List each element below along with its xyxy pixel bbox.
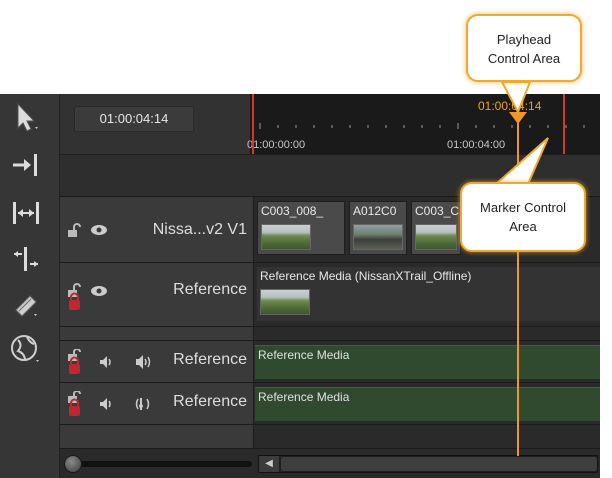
callout-line: Playhead [496, 32, 552, 47]
playhead-callout: Playhead Control Area [466, 14, 582, 82]
callout-line: Marker Control [480, 200, 566, 215]
marker-callout: Marker Control Area [460, 182, 586, 252]
callout-line: Control Area [487, 51, 561, 66]
callout-line: Area [509, 219, 537, 234]
